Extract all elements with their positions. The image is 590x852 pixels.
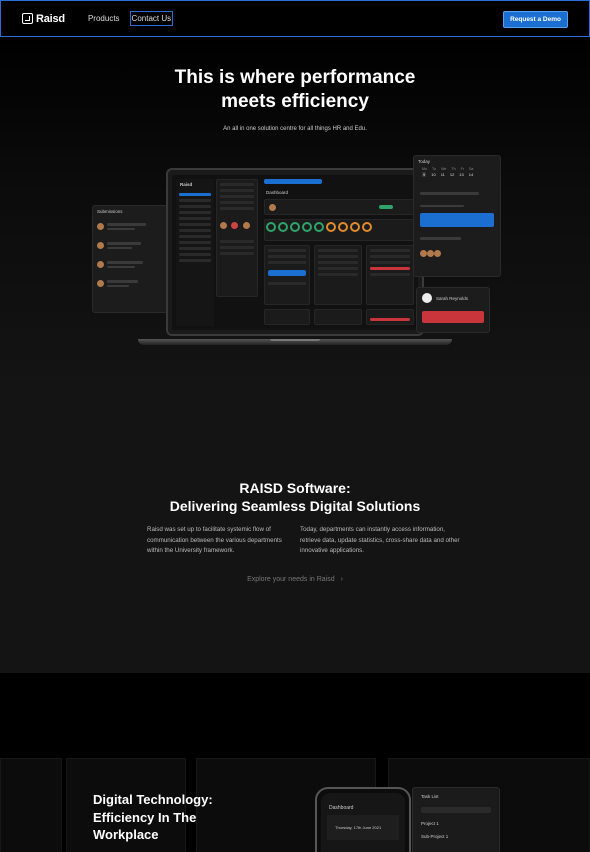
task-list-title: Task List (421, 794, 439, 799)
mock-list-panel (216, 179, 258, 297)
mock-students-card (366, 245, 414, 305)
phone-dashboard-title: Dashboard (329, 805, 354, 811)
submissions-title: Submissions (97, 209, 123, 214)
submissions-panel: Submissions (92, 205, 168, 313)
top-nav: Raisd Products Contact Us Request a Demo (0, 0, 590, 37)
raisd-logo-icon (22, 13, 33, 24)
mock-profile-card (264, 199, 414, 215)
mock-calendar-card (264, 245, 310, 305)
avatar (97, 280, 104, 287)
mock-sidebar: Raisd (176, 179, 214, 326)
laptop-mockup: Raisd Dashboard (166, 168, 424, 336)
hero-section: This is where performance meets efficien… (0, 37, 590, 392)
profile-panel: Sarah Reynolds (416, 287, 490, 333)
nav-link-contact[interactable]: Contact Us (129, 11, 174, 26)
profile-name: Sarah Reynolds (436, 295, 469, 301)
task-item[interactable]: Sub-Project 1 (413, 828, 499, 841)
phone-mockup: Dashboard Thursday, 17th June 2021 (315, 787, 411, 852)
avatar (97, 242, 104, 249)
hero-subtitle: An all in one solution centre for all th… (223, 126, 367, 132)
task-item[interactable]: Project 1 (413, 815, 499, 828)
digital-title: Digital Technology: Efficiency In The Wo… (93, 792, 213, 842)
mock-gauges (264, 219, 414, 241)
today-title: Today (418, 159, 431, 164)
mock-dashboard-title: Dashboard (266, 190, 289, 195)
mock-requests-card (314, 245, 362, 305)
avatar (422, 293, 432, 303)
software-col-2: Today, departments can instantly access … (300, 526, 460, 554)
nav-link-products[interactable]: Products (87, 12, 121, 25)
software-col-1: Raisd was set up to facilitate systemic … (147, 526, 282, 554)
brand-name: Raisd (36, 12, 65, 25)
avatar (97, 261, 104, 268)
hero-title: This is where performance meets efficien… (174, 67, 416, 112)
explore-link[interactable]: Explore your needs in Raisd › (0, 576, 590, 583)
chevron-right-icon: › (340, 576, 343, 583)
software-section: RAISD Software: Delivering Seamless Digi… (0, 392, 590, 673)
digital-section: Digital Technology: Efficiency In The Wo… (0, 673, 590, 852)
avatar (97, 223, 104, 230)
today-panel: Today Mo Tu We Th Fr Sa 9 10 11 12 13 14 (413, 155, 501, 277)
request-demo-button[interactable]: Request a Demo (503, 11, 568, 28)
software-title: RAISD Software: Delivering Seamless Digi… (169, 480, 421, 514)
nav-links: Products Contact Us (87, 11, 174, 26)
brand-logo[interactable]: Raisd (22, 13, 65, 25)
dashboard-screen: Raisd Dashboard (172, 175, 418, 330)
phone-date: Thursday, 17th June 2021 (327, 815, 399, 840)
task-list-panel: Task List Project 1 Sub-Project 1 (412, 787, 500, 852)
